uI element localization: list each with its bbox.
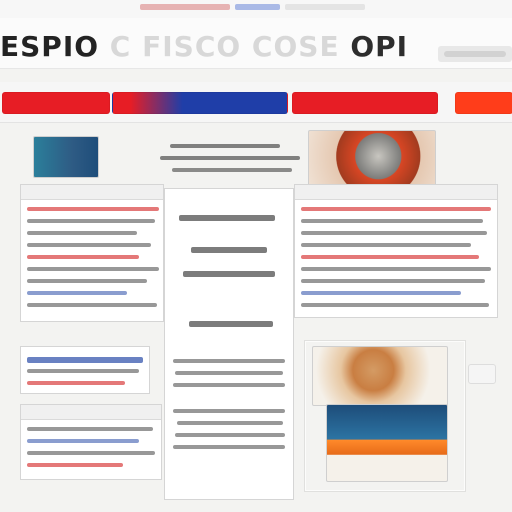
site-title-part-4: COSE [251, 30, 340, 63]
top-bar-segment-2 [235, 4, 280, 10]
panel-left-bottom [20, 404, 162, 480]
nav-item-3[interactable] [292, 92, 438, 114]
panel-right-bottom-frame [304, 340, 466, 492]
site-title-part-5: OPI [350, 30, 409, 63]
site-title-part-2: C [109, 30, 132, 63]
panel-center [164, 188, 294, 500]
nav-item-1[interactable] [2, 92, 110, 114]
panel-left-bottom-header [21, 405, 161, 420]
nav-item-4[interactable] [455, 92, 512, 114]
site-header: ESPIO C FISCO COSE OPI [0, 18, 512, 69]
panel-left-top [20, 184, 164, 322]
panel-right-top [294, 184, 498, 318]
header-right-control[interactable] [438, 46, 512, 62]
top-bar-segment-1 [140, 4, 230, 10]
image-icon [33, 136, 99, 178]
site-title-part-1: ESPIO [0, 30, 100, 63]
panel-left-bottom-top [20, 346, 150, 394]
top-bar-segment-3 [285, 4, 365, 10]
featured-photo[interactable] [308, 130, 436, 188]
panel-left-top-header [21, 185, 163, 200]
info-icon[interactable] [468, 364, 496, 384]
main-nav [0, 82, 512, 123]
site-title-part-3: FISCO [142, 30, 242, 63]
nav-item-2[interactable] [112, 92, 288, 114]
panel-right-top-header [295, 185, 497, 200]
top-strip [0, 0, 512, 19]
site-title: ESPIO C FISCO COSE OPI [0, 30, 420, 63]
headline-block [150, 138, 300, 182]
